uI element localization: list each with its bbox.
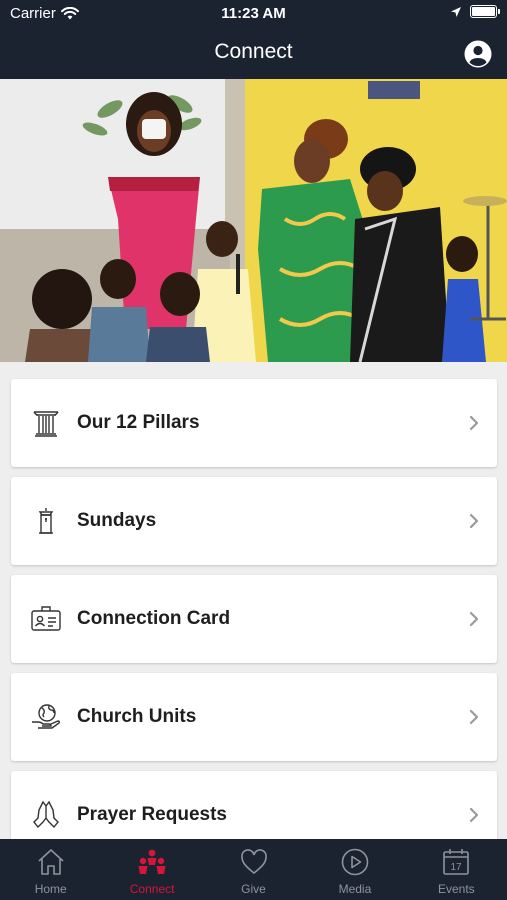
menu-item-label: Sundays xyxy=(77,510,157,531)
heart-icon xyxy=(237,845,271,879)
pulpit-icon xyxy=(29,504,63,538)
battery-icon xyxy=(470,5,500,18)
chevron-right-icon xyxy=(469,611,479,627)
menu-list: Our 12 Pillars Sundays Connection Card C… xyxy=(0,362,507,839)
menu-item-our-12-pillars[interactable]: Our 12 Pillars xyxy=(11,379,497,467)
chevron-right-icon xyxy=(469,513,479,529)
tab-label: Give xyxy=(241,882,266,896)
chevron-right-icon xyxy=(469,807,479,823)
menu-item-label: Connection Card xyxy=(77,608,231,629)
tab-label: Home xyxy=(34,882,67,896)
menu-item-church-units[interactable]: Church Units xyxy=(11,673,497,761)
tab-media[interactable]: Media xyxy=(304,839,405,900)
status-time: 11:23 AM xyxy=(221,5,286,22)
tab-label: Connect xyxy=(129,882,175,896)
calendar-icon: 17 xyxy=(439,845,473,879)
tab-label: Events xyxy=(437,882,475,896)
status-bar: Carrier 11:23 AM xyxy=(0,0,507,28)
page-title: Connect xyxy=(214,40,293,63)
chevron-right-icon xyxy=(469,709,479,725)
globe-hand-icon xyxy=(29,700,63,734)
praying-hands-icon xyxy=(29,798,63,832)
pillar-icon xyxy=(29,406,63,440)
home-icon xyxy=(34,845,68,879)
menu-item-label: Church Units xyxy=(77,706,197,727)
menu-item-connection-card[interactable]: Connection Card xyxy=(11,575,497,663)
tab-events[interactable]: 17 Events xyxy=(406,839,507,900)
menu-item-prayer-requests[interactable]: Prayer Requests xyxy=(11,771,497,839)
nav-bar: Connect xyxy=(0,28,507,79)
chevron-right-icon xyxy=(469,415,479,431)
tab-bar: Home Connect Give Media 17 Events xyxy=(0,839,507,900)
tab-connect[interactable]: Connect xyxy=(101,839,202,900)
svg-text:17: 17 xyxy=(451,862,463,873)
menu-item-label: Our 12 Pillars xyxy=(77,412,200,433)
location-arrow-icon xyxy=(451,6,461,17)
tab-label: Media xyxy=(338,882,372,896)
hero-image xyxy=(0,79,507,362)
profile-icon[interactable] xyxy=(464,40,492,68)
menu-item-sundays[interactable]: Sundays xyxy=(11,477,497,565)
tab-give[interactable]: Give xyxy=(203,839,304,900)
people-icon xyxy=(135,845,169,879)
play-icon xyxy=(338,845,372,879)
tab-home[interactable]: Home xyxy=(0,839,101,900)
id-card-icon xyxy=(29,602,63,636)
menu-item-label: Prayer Requests xyxy=(77,804,227,825)
